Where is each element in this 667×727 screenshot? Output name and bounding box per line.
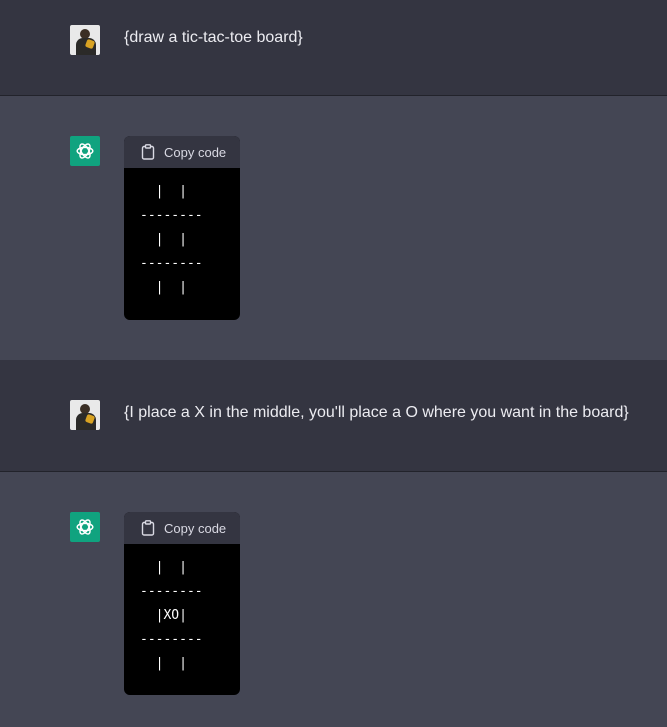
user-message-text: {I place a X in the middle, you'll place… — [124, 404, 629, 421]
user-avatar — [70, 25, 100, 55]
clipboard-icon — [141, 520, 155, 536]
copy-code-button[interactable]: Copy code — [124, 512, 240, 544]
openai-logo-icon — [70, 136, 100, 166]
code-block: Copy code | | -------- | | -------- | | — [124, 136, 240, 320]
code-content: | | -------- |XO| -------- | | — [140, 560, 203, 671]
code-block: Copy code | | -------- |XO| -------- | | — [124, 512, 240, 695]
user-message-text: {draw a tic-tac-toe board} — [124, 29, 303, 46]
user-message: {I place a X in the middle, you'll place… — [0, 360, 667, 472]
copy-code-label: Copy code — [164, 520, 227, 536]
assistant-message: Copy code | | -------- |XO| -------- | | — [0, 472, 667, 727]
code-content: | | -------- | | -------- | | — [140, 184, 203, 295]
chat-thread: {draw a tic-tac-toe board} Copy code | |… — [0, 0, 667, 727]
copy-code-label: Copy code — [164, 144, 227, 160]
clipboard-icon — [141, 144, 155, 160]
assistant-message: Copy code | | -------- | | -------- | | — [0, 96, 667, 360]
openai-logo-icon — [70, 512, 100, 542]
copy-code-button[interactable]: Copy code — [124, 136, 240, 168]
user-avatar — [70, 400, 100, 430]
user-message: {draw a tic-tac-toe board} — [0, 0, 667, 96]
